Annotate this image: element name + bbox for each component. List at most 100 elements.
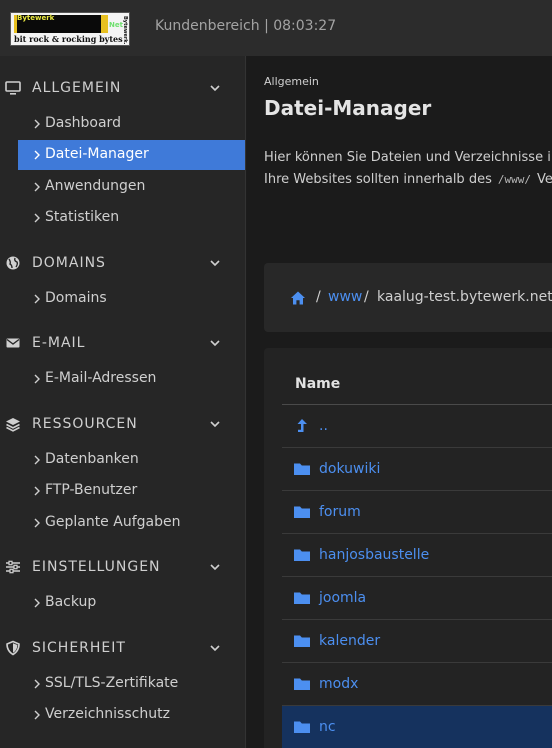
- sidebar-item-label: Datenbanken: [45, 451, 139, 467]
- chevron-right-icon: [34, 182, 40, 192]
- chevron-down-icon: [210, 260, 220, 267]
- table-row[interactable]: modx: [282, 662, 552, 705]
- sidebar: ALLGEMEIN Dashboard Datei-Manager Anwend…: [0, 56, 246, 748]
- chevron-down-icon: [210, 564, 220, 571]
- sidebar-item-verzeichnisschutz[interactable]: Verzeichnisschutz: [18, 700, 245, 730]
- description-text: Ihre Websites sollten innerhalb des: [264, 172, 492, 187]
- table-row-selected[interactable]: nc: [282, 705, 552, 748]
- file-table: Name .. dokuwiki forum hanjosbaustelle j…: [264, 348, 552, 748]
- file-name[interactable]: dokuwiki: [319, 461, 380, 477]
- path-separator: /: [316, 289, 321, 305]
- sidebar-item-ssl-tls-zertifikate[interactable]: SSL/TLS-Zertifikate: [18, 669, 245, 699]
- path-breadcrumb: / www / kaalug-test.bytewerk.net: [264, 263, 552, 332]
- chevron-right-icon: [34, 374, 40, 384]
- file-name[interactable]: nc: [319, 719, 336, 735]
- sidebar-item-label: FTP-Benutzer: [45, 482, 138, 498]
- sidebar-section-ressourcen[interactable]: RESSOURCEN: [0, 409, 246, 439]
- path-link-www[interactable]: www: [328, 289, 362, 305]
- sidebar-item-datenbanken[interactable]: Datenbanken: [18, 445, 245, 475]
- sidebar-item-statistiken[interactable]: Statistiken: [18, 203, 245, 233]
- breadcrumb[interactable]: Allgemein: [264, 75, 319, 88]
- chevron-right-icon: [34, 518, 40, 528]
- chevron-right-icon: [34, 119, 40, 129]
- monitor-icon: [5, 81, 21, 95]
- file-name[interactable]: ..: [319, 418, 328, 434]
- file-name[interactable]: hanjosbaustelle: [319, 547, 429, 563]
- table-row[interactable]: forum: [282, 490, 552, 533]
- chevron-right-icon: [34, 213, 40, 223]
- file-name[interactable]: modx: [319, 676, 358, 692]
- folder-icon: [294, 549, 310, 561]
- sidebar-item-dashboard[interactable]: Dashboard: [18, 109, 245, 139]
- column-header-name[interactable]: Name: [295, 376, 340, 392]
- description-code: /www/: [497, 173, 531, 186]
- sidebar-item-label: Domains: [45, 290, 107, 306]
- sliders-icon: [6, 560, 20, 574]
- sidebar-section-e-mail[interactable]: E-MAIL: [0, 328, 246, 358]
- shield-icon: [6, 640, 20, 656]
- chevron-right-icon: [34, 679, 40, 689]
- sidebar-section-domains[interactable]: DOMAINS: [0, 248, 246, 278]
- folder-icon: [294, 635, 310, 647]
- bytewerk-logo[interactable]: Bytewerk Net bit rock & rocking bytes By…: [10, 12, 130, 46]
- file-name[interactable]: joomla: [319, 590, 366, 606]
- layers-icon: [6, 418, 20, 432]
- globe-icon: [6, 256, 20, 270]
- chevron-down-icon: [210, 340, 220, 347]
- file-name[interactable]: forum: [319, 504, 361, 520]
- sidebar-item-geplante-aufgaben[interactable]: Geplante Aufgaben: [18, 508, 245, 538]
- sidebar-item-anwendungen[interactable]: Anwendungen: [18, 172, 245, 202]
- sidebar-section-label: EINSTELLUNGEN: [32, 559, 161, 575]
- folder-icon: [294, 592, 310, 604]
- envelope-icon: [6, 338, 20, 348]
- folder-icon: [294, 721, 310, 733]
- sidebar-item-label: Dashboard: [45, 115, 121, 131]
- sidebar-item-label: Anwendungen: [45, 178, 146, 194]
- chevron-down-icon: [210, 85, 220, 92]
- page-title: Datei-Manager: [264, 96, 432, 120]
- chevron-right-icon: [34, 294, 40, 304]
- logo-stripe: [101, 15, 108, 33]
- sidebar-item-ftp-benutzer[interactable]: FTP-Benutzer: [18, 476, 245, 506]
- description-text: Ve: [536, 172, 552, 187]
- table-row[interactable]: joomla: [282, 576, 552, 619]
- table-row[interactable]: dokuwiki: [282, 447, 552, 490]
- table-row[interactable]: ..: [282, 404, 552, 447]
- sidebar-section-allgemein[interactable]: ALLGEMEIN: [0, 73, 246, 103]
- table-row[interactable]: kalender: [282, 619, 552, 662]
- top-bar: Bytewerk Net bit rock & rocking bytes By…: [0, 0, 552, 56]
- sidebar-item-datei-manager[interactable]: Datei-Manager: [18, 140, 245, 170]
- chevron-down-icon: [210, 421, 220, 428]
- sidebar-item-backup[interactable]: Backup: [18, 588, 245, 618]
- chevron-right-icon: [34, 486, 40, 496]
- home-icon[interactable]: [290, 290, 306, 306]
- sidebar-item-label: Datei-Manager: [45, 146, 149, 162]
- sidebar-section-sicherheit[interactable]: SICHERHEIT: [0, 633, 246, 663]
- sidebar-item-label: Geplante Aufgaben: [45, 514, 181, 530]
- sidebar-item-label: Statistiken: [45, 209, 120, 225]
- sidebar-section-label: E-MAIL: [32, 335, 86, 351]
- file-name[interactable]: kalender: [319, 633, 380, 649]
- sidebar-item-label: E-Mail-Adressen: [45, 370, 157, 386]
- table-row[interactable]: hanjosbaustelle: [282, 533, 552, 576]
- sidebar-section-einstellungen[interactable]: EINSTELLUNGEN: [0, 552, 246, 582]
- chevron-right-icon: [34, 598, 40, 608]
- level-up-icon: [297, 419, 307, 432]
- logo-vertical-text: Bytewerk.Net: [122, 16, 128, 44]
- logo-brand-left: Bytewerk: [17, 14, 55, 22]
- path-current: kaalug-test.bytewerk.net: [377, 289, 552, 305]
- folder-icon: [294, 463, 310, 475]
- description-line: Ihre Websites sollten innerhalb des/www/…: [264, 172, 552, 187]
- logo-slogan: bit rock & rocking bytes: [14, 34, 123, 44]
- sidebar-section-label: SICHERHEIT: [32, 640, 126, 656]
- sidebar-section-label: RESSOURCEN: [32, 416, 138, 432]
- chevron-right-icon: [34, 150, 40, 160]
- chevron-right-icon: [34, 455, 40, 465]
- sidebar-section-label: DOMAINS: [32, 255, 106, 271]
- chevron-right-icon: [34, 710, 40, 720]
- sidebar-item-domains[interactable]: Domains: [18, 284, 245, 314]
- sidebar-item-label: Backup: [45, 594, 97, 610]
- sidebar-item-e-mail-adressen[interactable]: E-Mail-Adressen: [18, 364, 245, 394]
- description-line: Hier können Sie Dateien und Verzeichniss…: [264, 150, 552, 165]
- sidebar-section-label: ALLGEMEIN: [32, 80, 122, 96]
